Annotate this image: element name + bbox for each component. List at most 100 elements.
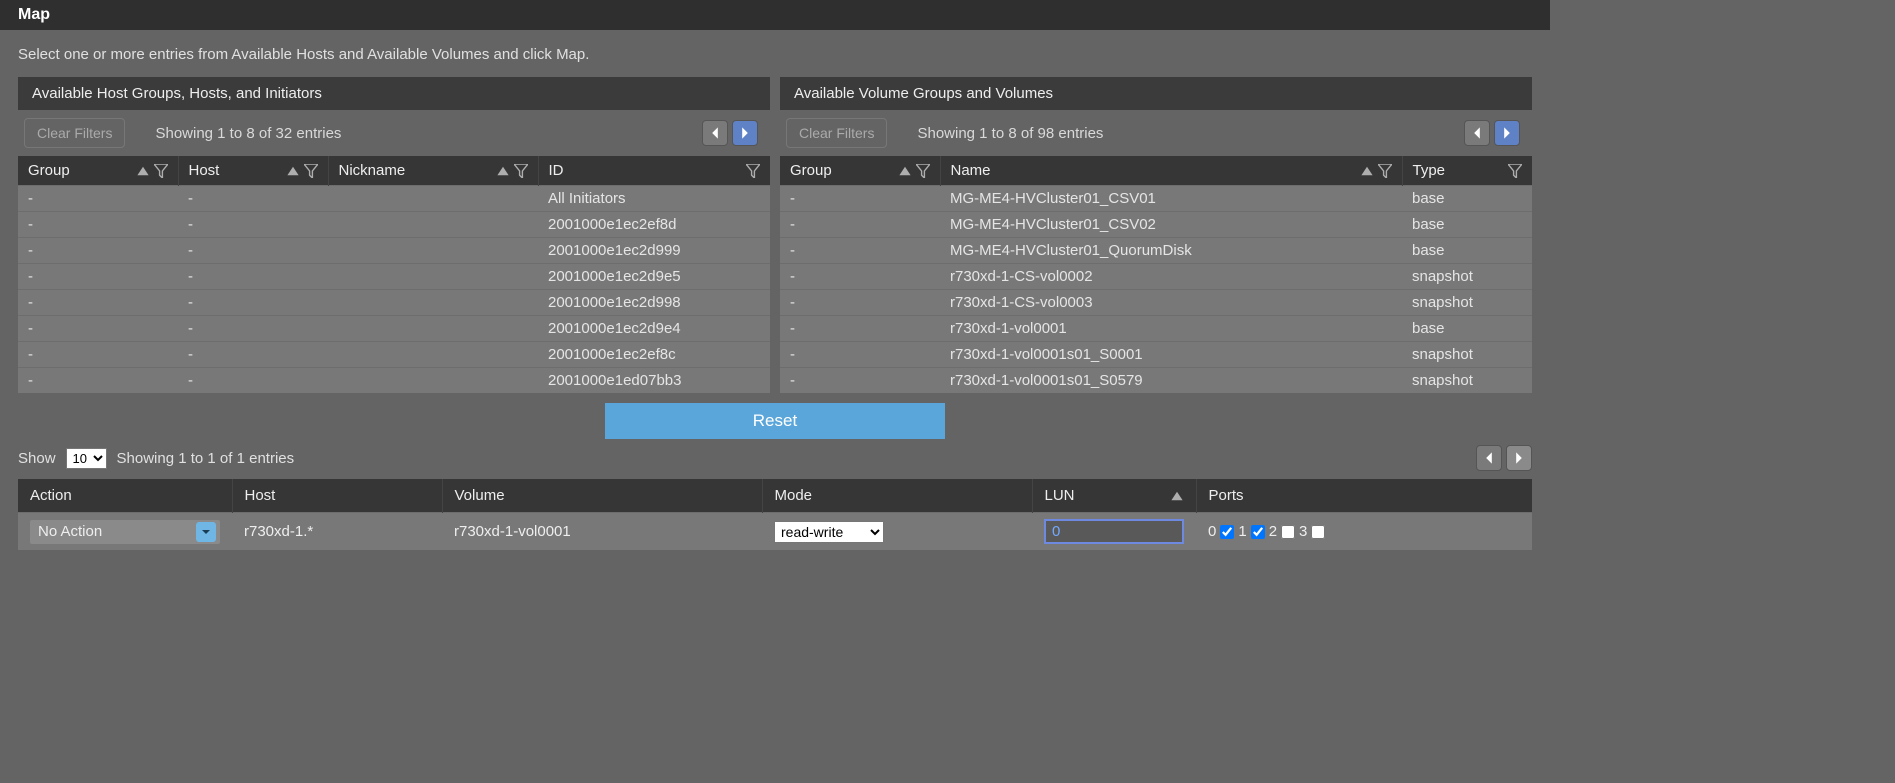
port-label: 3 — [1299, 523, 1307, 540]
filter-icon[interactable] — [746, 164, 760, 178]
filter-icon[interactable] — [514, 164, 528, 178]
filter-icon[interactable] — [154, 164, 168, 178]
hosts-row[interactable]: --2001000e1ec2d9e5 — [18, 264, 770, 290]
action-dropdown[interactable]: No Action — [30, 520, 220, 544]
hosts-row[interactable]: --2001000e1ec2ef8c — [18, 342, 770, 368]
hosts-cell-nickname — [328, 342, 538, 368]
port-checkbox-3[interactable] — [1311, 525, 1325, 539]
reset-button[interactable]: Reset — [605, 403, 945, 439]
volumes-row[interactable]: -r730xd-1-CS-vol0002snapshot — [780, 264, 1532, 290]
filter-icon[interactable] — [1378, 164, 1392, 178]
volumes-cell-name: MG-ME4-HVCluster01_QuorumDisk — [940, 238, 1402, 264]
volumes-cell-group: - — [780, 238, 940, 264]
volumes-cell-group: - — [780, 186, 940, 212]
volumes-showing-text: Showing 1 to 8 of 98 entries — [917, 125, 1434, 142]
hosts-col-nickname[interactable]: Nickname — [328, 156, 538, 186]
volumes-cell-name: r730xd-1-vol0001s01_S0579 — [940, 368, 1402, 394]
mapping-row[interactable]: No Action r730xd-1.* r730xd-1-vol0001 re… — [18, 513, 1532, 551]
hosts-row[interactable]: --2001000e1ec2ef8d — [18, 212, 770, 238]
volumes-col-name[interactable]: Name — [940, 156, 1402, 186]
mode-select[interactable]: read-write — [774, 521, 884, 543]
hosts-cell-host: - — [178, 238, 328, 264]
sort-asc-icon — [1170, 489, 1184, 503]
hosts-row[interactable]: -- 2001000e1ed07bb3 — [18, 368, 770, 394]
col-label: Volume — [455, 487, 505, 504]
volumes-col-group[interactable]: Group — [780, 156, 940, 186]
hosts-cell-id: 2001000e1ec2d9e4 — [538, 316, 770, 342]
port-checkbox-2[interactable] — [1281, 525, 1295, 539]
port-label: 1 — [1238, 523, 1246, 540]
map-col-ports[interactable]: Ports — [1196, 479, 1532, 513]
hosts-clear-filters-button[interactable]: Clear Filters — [24, 118, 125, 148]
volumes-row[interactable]: -r730xd-1-CS-vol0003snapshot — [780, 290, 1532, 316]
col-label: Ports — [1209, 487, 1244, 504]
map-col-mode[interactable]: Mode — [762, 479, 1032, 513]
hosts-table: Group Host — [18, 156, 770, 393]
sort-asc-icon — [1360, 164, 1374, 178]
hosts-col-group[interactable]: Group — [18, 156, 178, 186]
volumes-col-type[interactable]: Type — [1402, 156, 1532, 186]
volumes-prev-page-button[interactable] — [1464, 120, 1490, 146]
hosts-cell-host: - — [178, 342, 328, 368]
hosts-row[interactable]: --2001000e1ec2d999 — [18, 238, 770, 264]
volumes-row[interactable]: -MG-ME4-HVCluster01_CSV02base — [780, 212, 1532, 238]
sort-asc-icon — [286, 164, 300, 178]
volumes-cell-name: r730xd-1-vol0001s01_S0001 — [940, 342, 1402, 368]
hosts-cell-group: - — [18, 264, 178, 290]
port-checkbox-1[interactable] — [1251, 525, 1265, 539]
filter-icon[interactable] — [1508, 164, 1522, 178]
volumes-row[interactable]: -MG-ME4-HVCluster01_QuorumDiskbase — [780, 238, 1532, 264]
hosts-cell-id: 2001000e1ec2d998 — [538, 290, 770, 316]
hosts-col-id[interactable]: ID — [538, 156, 770, 186]
hosts-cell-id: 2001000e1ed07bb3 — [538, 368, 770, 394]
hosts-cell-nickname — [328, 316, 538, 342]
volumes-row[interactable]: -r730xd-1-vol0001s01_S0579snapshot — [780, 368, 1532, 394]
volumes-cell-type: base — [1402, 212, 1532, 238]
volumes-row[interactable]: -r730xd-1-vol0001s01_S0001snapshot — [780, 342, 1532, 368]
hosts-col-host[interactable]: Host — [178, 156, 328, 186]
map-col-host[interactable]: Host — [232, 479, 442, 513]
hosts-cell-host: - — [178, 368, 328, 394]
hosts-row[interactable]: --2001000e1ec2d9e4 — [18, 316, 770, 342]
volumes-cell-type: snapshot — [1402, 368, 1532, 394]
port-label: 0 — [1208, 523, 1216, 540]
hosts-cell-host: - — [178, 264, 328, 290]
col-label: Host — [245, 487, 276, 504]
map-col-volume[interactable]: Volume — [442, 479, 762, 513]
chevron-down-icon — [196, 522, 216, 542]
sort-asc-icon — [136, 164, 150, 178]
map-prev-page-button[interactable] — [1476, 445, 1502, 471]
volumes-header-row: Group Name — [780, 156, 1532, 186]
volumes-cell-name: MG-ME4-HVCluster01_CSV01 — [940, 186, 1402, 212]
volumes-next-page-button[interactable] — [1494, 120, 1520, 146]
volumes-row[interactable]: -r730xd-1-vol0001base — [780, 316, 1532, 342]
map-col-action[interactable]: Action — [18, 479, 232, 513]
volumes-pane-header: Available Volume Groups and Volumes — [780, 77, 1532, 110]
hosts-row[interactable]: --All Initiators — [18, 186, 770, 212]
filter-icon[interactable] — [304, 164, 318, 178]
lun-input[interactable] — [1044, 519, 1184, 544]
col-label: ID — [549, 162, 747, 179]
show-count-select[interactable]: 10 — [66, 448, 107, 469]
hosts-next-page-button[interactable] — [732, 120, 758, 146]
volumes-cell-name: r730xd-1-CS-vol0002 — [940, 264, 1402, 290]
col-label: Group — [28, 162, 136, 179]
col-label: Type — [1413, 162, 1509, 179]
ports-cell: 0123 — [1208, 523, 1520, 540]
port-checkbox-0[interactable] — [1220, 525, 1234, 539]
hosts-cell-group: - — [18, 342, 178, 368]
hosts-row[interactable]: --2001000e1ec2d998 — [18, 290, 770, 316]
volumes-clear-filters-button[interactable]: Clear Filters — [786, 118, 887, 148]
mapping-table: Action Host Volume Mode LUN Ports — [18, 479, 1532, 550]
volumes-cell-type: snapshot — [1402, 290, 1532, 316]
col-label: LUN — [1045, 487, 1075, 504]
hosts-cell-id: 2001000e1ec2d999 — [538, 238, 770, 264]
volumes-row[interactable]: -MG-ME4-HVCluster01_CSV01base — [780, 186, 1532, 212]
hosts-prev-page-button[interactable] — [702, 120, 728, 146]
filter-icon[interactable] — [916, 164, 930, 178]
map-col-lun[interactable]: LUN — [1032, 479, 1196, 513]
map-next-page-button[interactable] — [1506, 445, 1532, 471]
hosts-pane: Available Host Groups, Hosts, and Initia… — [18, 77, 770, 393]
hosts-cell-group: - — [18, 186, 178, 212]
hosts-cell-group: - — [18, 368, 178, 394]
